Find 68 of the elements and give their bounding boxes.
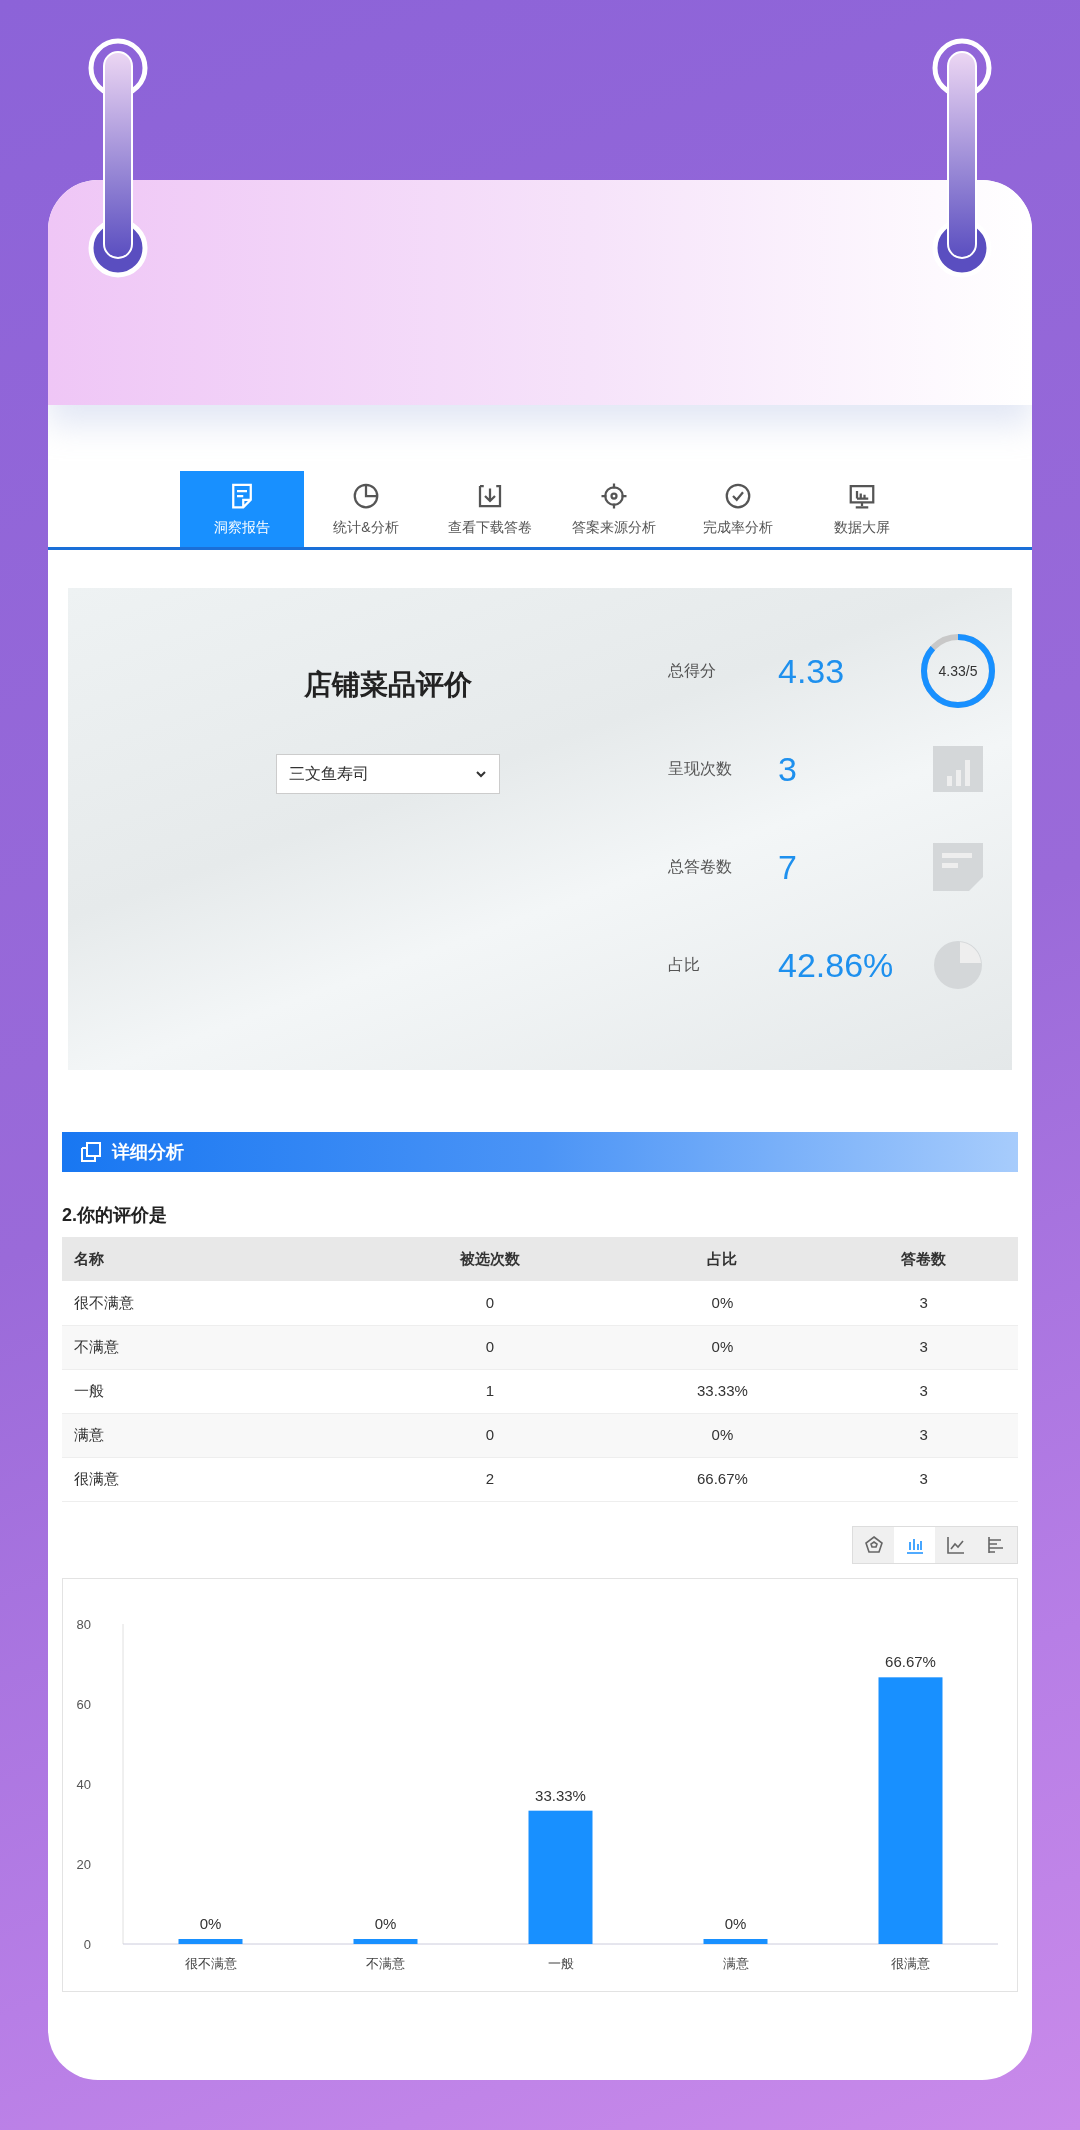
table-cell: 不满意 [62, 1325, 365, 1369]
chart-type-button[interactable] [894, 1526, 935, 1563]
column-header: 被选次数 [364, 1237, 616, 1281]
x-tick-label: 满意 [722, 1955, 749, 1971]
dish-select[interactable]: 三文鱼寿司 [276, 754, 500, 794]
table-cell: 2 [364, 1457, 616, 1501]
tab[interactable]: 查看下载答卷 [428, 471, 552, 547]
y-tick-label: 40 [76, 1776, 91, 1792]
column-header: 名称 [62, 1237, 365, 1281]
value-label: 0% [374, 1914, 397, 1932]
stat-label: 呈现次数 [668, 759, 733, 779]
stat-value: 4.33 [778, 650, 846, 692]
table-cell: 3 [829, 1369, 1018, 1413]
column-header: 答卷数 [829, 1237, 1018, 1281]
tab[interactable]: 答案来源分析 [552, 471, 676, 547]
table-cell: 很满意 [62, 1457, 365, 1501]
tab[interactable]: 统计&分析 [304, 471, 428, 547]
pentagon-icon [863, 1534, 884, 1555]
x-tick-label: 很满意 [891, 1955, 930, 1971]
table-cell: 0 [364, 1325, 616, 1369]
line-chart-icon [945, 1534, 966, 1555]
y-tick-label: 80 [76, 1616, 91, 1632]
value-label: 33.33% [535, 1786, 586, 1804]
tab[interactable]: 完成率分析 [676, 471, 800, 547]
stat-value: 7 [778, 846, 798, 888]
table-cell: 0% [615, 1413, 830, 1457]
section-title: 详细分析 [112, 1140, 184, 1164]
table-cell: 3 [829, 1325, 1018, 1369]
table-cell: 0 [364, 1281, 616, 1325]
x-tick-label: 不满意 [366, 1955, 405, 1971]
table-cell: 一般 [62, 1369, 365, 1413]
score-ring-text: 4.33/5 [937, 661, 979, 681]
zero-value-marker [178, 1938, 243, 1944]
table-cell: 66.67% [615, 1457, 830, 1501]
table-cell: 0% [615, 1325, 830, 1369]
value-label: 0% [199, 1914, 222, 1932]
stat-label: 占比 [668, 955, 701, 975]
tab[interactable]: 数据大屏 [800, 471, 924, 547]
x-tick-label: 一般 [547, 1955, 574, 1971]
table-cell: 3 [829, 1281, 1018, 1325]
copy-icon [80, 1141, 102, 1163]
table-cell: 3 [829, 1457, 1018, 1501]
table-cell: 0 [364, 1413, 616, 1457]
note-icon [933, 843, 983, 891]
table-cell: 很不满意 [62, 1281, 365, 1325]
y-tick-label: 20 [76, 1856, 91, 1872]
table-cell: 33.33% [615, 1369, 830, 1413]
column-header: 占比 [615, 1237, 830, 1281]
bar-chart-icon [933, 746, 983, 792]
table-cell: 满意 [62, 1413, 365, 1457]
question-title: 2.你的评价是 [62, 1204, 168, 1227]
y-tick-label: 0 [83, 1936, 91, 1952]
stat-label: 总答卷数 [668, 857, 733, 877]
stat-value: 42.86% [778, 944, 895, 986]
chevron-down-icon [475, 768, 487, 780]
pie-chart-icon [933, 940, 983, 990]
table-cell: 0% [615, 1281, 830, 1325]
value-label: 0% [724, 1914, 747, 1932]
y-tick-label: 60 [76, 1696, 91, 1712]
zero-value-marker [353, 1938, 418, 1944]
zero-value-marker [703, 1938, 768, 1944]
stat-value: 3 [778, 748, 798, 790]
survey-title: 店铺菜品评价 [304, 668, 472, 702]
stat-label: 总得分 [668, 661, 717, 681]
value-label: 66.67% [885, 1652, 936, 1670]
x-tick-label: 很不满意 [184, 1955, 237, 1971]
table-cell: 3 [829, 1413, 1018, 1457]
table-cell: 1 [364, 1369, 616, 1413]
